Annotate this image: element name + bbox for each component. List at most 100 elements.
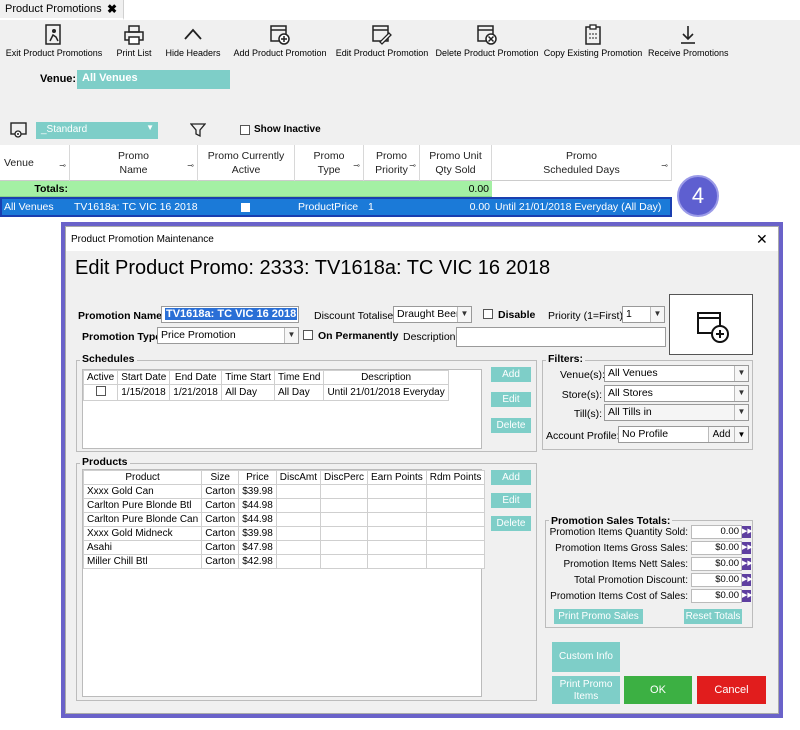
col-description[interactable]: Description [323, 370, 449, 385]
pin-icon[interactable]: ⊸ [409, 159, 416, 173]
row-promo-name[interactable]: TV1618a: TC VIC 16 2018 [74, 201, 198, 213]
cell-size[interactable]: Carton [201, 498, 240, 513]
exit-product-promotions-button[interactable]: Exit Product Promotions [4, 24, 104, 66]
cell-empty[interactable] [425, 498, 486, 513]
col-active[interactable]: Active [82, 370, 119, 385]
table-row[interactable]: Xxxx Gold Can Carton $39.98 [82, 484, 486, 499]
product-edit-button[interactable]: Edit [491, 493, 531, 508]
fast-forward-icon[interactable]: ▶▶ [742, 526, 753, 538]
cell-empty[interactable] [367, 512, 427, 527]
tab-product-promotions[interactable]: Product Promotions ✖ [0, 0, 124, 20]
cell-time-end[interactable]: All Day [274, 384, 325, 401]
column-header-promo-name[interactable]: Promo Name ⊸ [70, 145, 198, 181]
cell-empty[interactable] [275, 554, 322, 569]
col-time-end[interactable]: Time End [274, 370, 325, 385]
cell-size[interactable]: Carton [201, 484, 240, 499]
venues-select[interactable]: All Venues ▼ [604, 365, 749, 382]
product-add-button[interactable]: Add [491, 470, 531, 485]
cell-price[interactable]: $39.98 [238, 526, 277, 541]
column-header-qty-sold[interactable]: Promo Unit Qty Sold [420, 145, 492, 181]
promotion-type-select[interactable]: Price Promotion ▼ [157, 327, 299, 344]
col-end-date[interactable]: End Date [169, 370, 223, 385]
add-product-promotion-button[interactable]: Add Product Promotion [232, 24, 328, 66]
col-discperc[interactable]: DiscPerc [320, 470, 369, 485]
schedule-delete-button[interactable]: Delete [491, 418, 531, 433]
cell-price[interactable]: $44.98 [238, 498, 277, 513]
cell-empty[interactable] [320, 540, 369, 555]
description-field[interactable] [456, 327, 666, 347]
cell-end[interactable]: 1/21/2018 [169, 384, 223, 401]
table-row[interactable]: 1/15/2018 1/21/2018 All Day All Day Unti… [82, 384, 449, 401]
cell-product[interactable]: Xxxx Gold Midneck [82, 526, 203, 541]
schedule-add-button[interactable]: Add [491, 367, 531, 382]
stores-select[interactable]: All Stores ▼ [604, 385, 749, 402]
cell-description[interactable]: Until 21/01/2018 Everyday [323, 384, 449, 401]
table-row[interactable]: Carlton Pure Blonde Btl Carton $44.98 [82, 498, 486, 513]
on-permanently-checkbox[interactable] [303, 330, 313, 343]
priority-select[interactable]: 1 ▼ [622, 306, 665, 323]
cell-size[interactable]: Carton [201, 512, 240, 527]
dropdown-arrow-icon[interactable]: ▼ [650, 307, 664, 322]
dropdown-arrow-icon[interactable]: ▼ [457, 307, 471, 322]
cell-empty[interactable] [275, 498, 322, 513]
checkbox-box[interactable] [483, 309, 493, 319]
col-discamt[interactable]: DiscAmt [275, 470, 322, 485]
column-header-scheduled-days[interactable]: Promo Scheduled Days ⊸ [492, 145, 672, 181]
cell-price[interactable]: $39.98 [238, 484, 277, 499]
edit-product-promotion-button[interactable]: Edit Product Promotion [334, 24, 430, 66]
print-promo-sales-button[interactable]: Print Promo Sales [554, 609, 643, 624]
disable-checkbox[interactable] [483, 309, 493, 322]
col-earn-points[interactable]: Earn Points [367, 470, 427, 485]
pin-icon[interactable]: ⊸ [59, 159, 66, 173]
checkbox-box[interactable] [303, 330, 313, 340]
row-venue[interactable]: All Venues [4, 201, 54, 213]
fast-forward-icon[interactable]: ▶▶ [742, 542, 753, 554]
add-promotion-image-button[interactable] [669, 294, 753, 355]
reset-totals-button[interactable]: Reset Totals [684, 609, 742, 624]
cell-product[interactable]: Carlton Pure Blonde Btl [82, 498, 203, 513]
cell-empty[interactable] [425, 554, 486, 569]
cell-empty[interactable] [275, 512, 322, 527]
cell-empty[interactable] [275, 484, 322, 499]
cell-empty[interactable] [425, 512, 486, 527]
col-rdm-points[interactable]: Rdm Points [425, 470, 486, 485]
cell-price[interactable]: $42.98 [238, 554, 277, 569]
dropdown-arrow-icon[interactable]: ▼ [284, 328, 298, 343]
table-row[interactable]: Xxxx Gold Midneck Carton $39.98 [82, 526, 486, 541]
column-header-promo-type[interactable]: Promo Type ⊸ [295, 145, 364, 181]
row-priority[interactable]: 1 [368, 201, 374, 213]
dropdown-arrow-icon[interactable]: ▼ [734, 427, 748, 442]
cell-empty[interactable] [367, 498, 427, 513]
cell-empty[interactable] [320, 554, 369, 569]
close-icon[interactable]: ✖ [107, 0, 117, 18]
cell-product[interactable]: Miller Chill Btl [82, 554, 203, 569]
checkbox-box[interactable] [95, 386, 106, 396]
col-start-date[interactable]: Start Date [117, 370, 171, 385]
cell-size[interactable]: Carton [201, 526, 240, 541]
table-row[interactable]: Carlton Pure Blonde Can Carton $44.98 [82, 512, 486, 527]
row-active-checkbox[interactable] [241, 203, 250, 212]
promotion-name-field[interactable]: TV1618a: TC VIC 16 2018 [161, 306, 299, 323]
hide-headers-button[interactable]: Hide Headers [164, 24, 222, 66]
dropdown-arrow-icon[interactable]: ▼ [734, 405, 748, 420]
print-promo-items-button[interactable]: Print Promo Items [552, 676, 620, 704]
cell-empty[interactable] [367, 554, 427, 569]
cell-size[interactable]: Carton [201, 540, 240, 555]
schedule-edit-button[interactable]: Edit [491, 392, 531, 407]
fast-forward-icon[interactable]: ▶▶ [742, 574, 753, 586]
column-header-venue[interactable]: Venue ⊸ [0, 145, 70, 181]
checkbox-box[interactable] [240, 125, 250, 135]
filter-icon[interactable] [189, 122, 207, 141]
layout-view-icon[interactable] [10, 122, 28, 141]
pin-icon[interactable]: ⊸ [661, 159, 668, 173]
cell-price[interactable]: $44.98 [238, 512, 277, 527]
column-header-promo-priority[interactable]: Promo Priority ⊸ [364, 145, 420, 181]
cell-price[interactable]: $47.98 [238, 540, 277, 555]
cell-empty[interactable] [320, 526, 369, 541]
close-icon[interactable]: ✕ [756, 231, 768, 248]
cell-empty[interactable] [425, 526, 486, 541]
copy-existing-promotion-button[interactable]: Copy Existing Promotion [543, 24, 643, 66]
cell-empty[interactable] [425, 540, 486, 555]
print-list-button[interactable]: Print List [112, 24, 156, 66]
discount-totaliser-select[interactable]: Draught Beer ▼ [393, 306, 472, 323]
